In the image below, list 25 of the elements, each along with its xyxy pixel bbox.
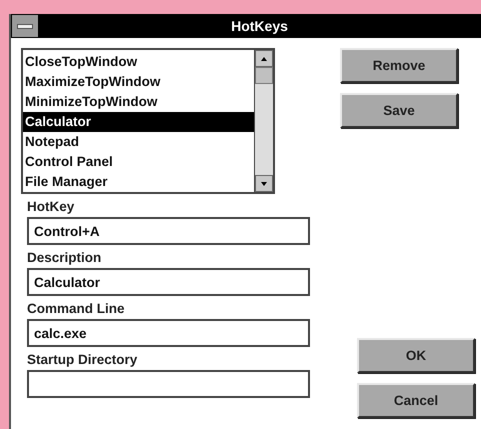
field-label: Startup Directory	[27, 352, 138, 367]
system-menu-icon[interactable]	[12, 15, 38, 37]
scroll-up-icon[interactable]	[255, 50, 273, 67]
dialog-button[interactable]: Cancel	[357, 383, 475, 418]
input-field[interactable]: Calculator	[27, 268, 310, 296]
input-field[interactable]: Control+A	[27, 217, 310, 245]
scroll-down-icon[interactable]	[255, 175, 273, 192]
list-item[interactable]: File Manager	[23, 172, 254, 192]
scroll-thumb[interactable]	[255, 67, 273, 84]
window-title: HotKeys	[230, 18, 289, 34]
list-item[interactable]: Notepad	[23, 132, 254, 152]
field-label: Description	[27, 250, 102, 265]
scrollbar[interactable]	[254, 50, 273, 192]
list-item[interactable]: Calculator	[23, 112, 254, 132]
field-label: Command Line	[27, 301, 126, 316]
list-item[interactable]: CloseTopWindow	[23, 52, 254, 72]
dialog-button[interactable]: Save	[340, 93, 458, 128]
input-field[interactable]	[27, 370, 310, 398]
list-item[interactable]: MinimizeTopWindow	[23, 92, 254, 112]
dialog-button[interactable]: Remove	[340, 48, 458, 83]
list-item[interactable]: MaximizeTopWindow	[23, 72, 254, 92]
list-item[interactable]: Control Panel	[23, 152, 254, 172]
dialog-button[interactable]: OK	[357, 338, 475, 373]
input-field[interactable]: calc.exe	[27, 319, 310, 347]
field-label: HotKey	[27, 199, 76, 214]
